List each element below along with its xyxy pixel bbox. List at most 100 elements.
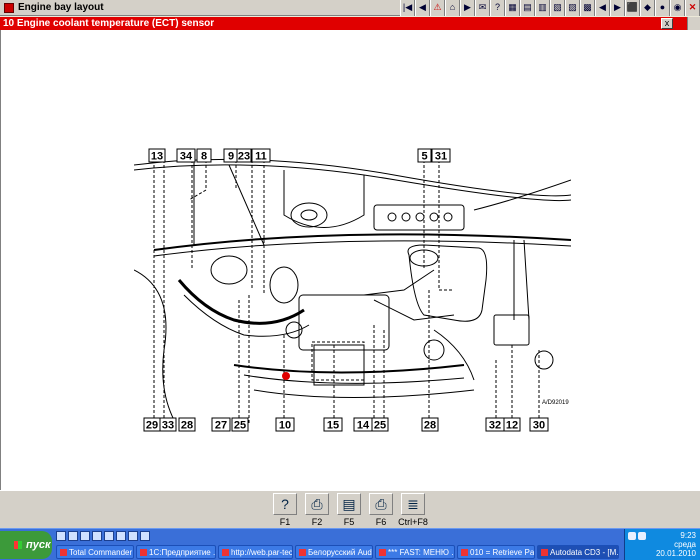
toolbar-button-18[interactable]: ◉ — [670, 0, 685, 16]
fkey-label: Ctrl+F8 — [398, 517, 428, 527]
svg-text:14: 14 — [357, 420, 370, 432]
callout-10: 10 — [275, 417, 295, 432]
callout-14: 14 — [353, 417, 373, 432]
svg-text:28: 28 — [424, 420, 436, 432]
app-icon — [140, 548, 147, 556]
quick-launch-icon[interactable] — [68, 531, 78, 541]
fkey-f1[interactable]: ? F1 — [270, 493, 300, 529]
taskbar-task[interactable]: *** FAST: МЕНЮ ... — [375, 545, 455, 559]
system-tray: 9:23 среда 20.01.2010 — [624, 529, 700, 560]
callout-25: 25 — [231, 417, 249, 432]
tray-icon[interactable] — [638, 532, 646, 540]
toolbar-button-8[interactable]: ▤ — [520, 0, 535, 16]
toolbar-button-10[interactable]: ▧ — [550, 0, 565, 16]
toolbar-button-4[interactable]: ▶ — [460, 0, 475, 16]
toolbar-button-1[interactable]: ◀ — [415, 0, 430, 16]
taskbar-task[interactable]: 010 = Retrieve Pa... — [457, 545, 535, 559]
callout-23: 23 — [236, 148, 252, 163]
callout-15: 15 — [323, 417, 343, 432]
svg-text:29: 29 — [146, 420, 158, 432]
callout-12: 12 — [503, 417, 521, 432]
fkey-f5[interactable]: ▤ F5 — [334, 493, 364, 529]
start-button[interactable]: пуск — [0, 531, 52, 559]
callout-32: 32 — [485, 417, 505, 432]
print-preview-icon: ⎙ — [369, 493, 393, 515]
task-label: Autodata CD3 - [M... — [550, 547, 619, 557]
section-title: 10 Engine coolant temperature (ECT) sens… — [3, 18, 215, 29]
quick-launch-icon[interactable] — [80, 531, 90, 541]
taskbar-task[interactable]: Total Commander ... — [56, 545, 134, 559]
quick-launch-icon[interactable] — [128, 531, 138, 541]
task-label: 1С:Предприятие ... — [149, 547, 216, 557]
page-icon: ▤ — [337, 493, 361, 515]
svg-text:5: 5 — [421, 151, 427, 163]
fkey-f2[interactable]: ⎙ F2 — [302, 493, 332, 529]
diagram-panel: 13 34 8 9 23 11 5 31 29 33 28 27 25 10 15 14 25 28 32 12 30… — [0, 30, 700, 490]
clock-date: 20.01.2010 — [655, 549, 696, 558]
clock[interactable]: 9:23 среда 20.01.2010 — [656, 531, 696, 558]
callout-8: 8 — [196, 148, 212, 163]
fkey-label: F1 — [279, 517, 291, 527]
taskbar-task[interactable]: http://web.par-tec... — [218, 545, 293, 559]
toolbar-button-2[interactable]: ⚠ — [430, 0, 445, 16]
callout-29: 29 — [143, 417, 161, 432]
fkey-ctrl-f8[interactable]: ≣ Ctrl+F8 — [398, 493, 428, 529]
list-icon: ≣ — [401, 493, 425, 515]
title-bar: Engine bay layout |◀ ◀ ⚠ ⌂ ▶ ✉? ▦ ▤ ▥ ▧ ▨ ▩ ◀ ▶ ⬛ ◆ ● ◉ ✕ — [0, 0, 700, 16]
task-list: Total Commander ... 1С:Предприятие ... htt… — [56, 545, 619, 559]
toolbar-button-5[interactable]: ✉ — [475, 0, 490, 16]
app-icon — [4, 2, 14, 13]
svg-text:10: 10 — [279, 420, 291, 432]
toolbar-button-7[interactable]: ▦ — [505, 0, 520, 16]
task-label: 010 = Retrieve Pa... — [470, 547, 535, 557]
toolbar-button-16[interactable]: ◆ — [640, 0, 655, 16]
svg-text:32: 32 — [489, 420, 501, 432]
app-icon — [299, 548, 306, 556]
fkey-label: F6 — [375, 517, 387, 527]
toolbar-button-12[interactable]: ▩ — [580, 0, 595, 16]
fkey-f6[interactable]: ⎙ F6 — [366, 493, 396, 529]
toolbar-button-19[interactable]: ✕ — [685, 0, 700, 16]
clock-time: 9:23 — [680, 531, 696, 540]
section-close-button[interactable]: x — [661, 18, 673, 29]
toolbar-button-6[interactable]: ? — [490, 0, 505, 16]
toolbar-button-15[interactable]: ⬛ — [625, 0, 640, 16]
svg-text:9: 9 — [228, 151, 234, 163]
scrollbar-top[interactable] — [687, 17, 700, 30]
quick-launch-icon[interactable] — [140, 531, 150, 541]
svg-text:31: 31 — [435, 151, 447, 163]
toolbar-button-14[interactable]: ▶ — [610, 0, 625, 16]
quick-launch-icon[interactable] — [92, 531, 102, 541]
function-key-bar: ? F1 ⎙ F2 ▤ F5 ⎙ F6 ≣ Ctrl+F8 — [0, 490, 700, 528]
app-icon — [461, 548, 468, 556]
toolbar-button-3[interactable]: ⌂ — [445, 0, 460, 16]
callout-13: 13 — [148, 148, 166, 163]
svg-text:30: 30 — [533, 420, 545, 432]
taskbar-task[interactable]: 1С:Предприятие ... — [136, 545, 216, 559]
quick-launch-icon[interactable] — [104, 531, 114, 541]
app-window: Engine bay layout |◀ ◀ ⚠ ⌂ ▶ ✉? ▦ ▤ ▥ ▧ ▨ ▩ ◀ ▶ ⬛ ◆ ● ◉ ✕ … — [0, 0, 700, 560]
svg-text:23: 23 — [238, 151, 250, 163]
toolbar-button-0[interactable]: |◀ — [400, 0, 415, 16]
quick-launch-icon[interactable] — [56, 531, 66, 541]
svg-text:25: 25 — [234, 420, 246, 432]
callout-28: 28 — [421, 417, 439, 432]
toolbar-button-17[interactable]: ● — [655, 0, 670, 16]
toolbar-button-13[interactable]: ◀ — [595, 0, 610, 16]
task-label: http://web.par-tec... — [231, 547, 293, 557]
toolbar-button-9[interactable]: ▥ — [535, 0, 550, 16]
windows-flag-icon — [14, 541, 22, 549]
taskbar: пуск Total Commander ... 1С:Предприятие .… — [0, 528, 700, 560]
svg-text:15: 15 — [327, 420, 339, 432]
toolbar-button-11[interactable]: ▨ — [565, 0, 580, 16]
taskbar-task[interactable]: Autodata CD3 - [M... — [537, 545, 619, 559]
quick-launch-icon[interactable] — [116, 531, 126, 541]
taskbar-task[interactable]: Белорусский Audi ... — [295, 545, 373, 559]
callout-9: 9 — [223, 148, 239, 163]
clock-day: среда — [674, 540, 696, 549]
callout-30: 30 — [529, 417, 549, 432]
tray-icon[interactable] — [628, 532, 636, 540]
svg-text:33: 33 — [162, 420, 174, 432]
callout-27: 27 — [211, 417, 231, 432]
start-label: пуск — [26, 539, 51, 551]
